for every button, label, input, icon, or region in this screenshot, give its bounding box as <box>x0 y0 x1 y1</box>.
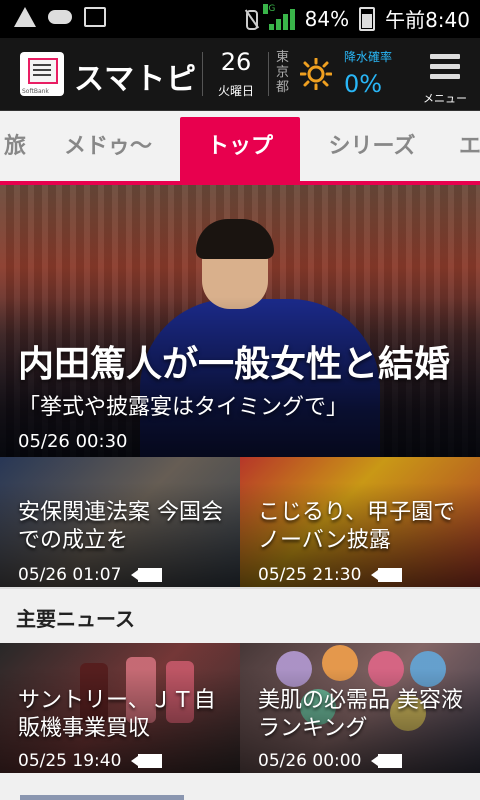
tab-top[interactable]: トップ <box>180 117 300 181</box>
warning-icon <box>14 7 36 27</box>
tab-entertainment[interactable]: エ <box>450 117 480 181</box>
tab-series[interactable]: シリーズ <box>316 117 428 181</box>
card-timestamp: 05/26 00:00 <box>258 751 362 771</box>
rain-probability-label: 降水確率 <box>344 50 393 64</box>
signal-icon: 3G <box>262 3 295 30</box>
video-icon <box>371 568 402 582</box>
image-icon <box>84 7 106 27</box>
video-icon <box>131 754 162 768</box>
card-title: こじるり、甲子園でノーバン披露 <box>258 500 456 553</box>
clock: 午前8:40 <box>385 8 470 32</box>
hero-timestamp: 05/26 00:30 <box>18 431 128 452</box>
video-icon <box>131 568 162 582</box>
notification-icons <box>14 7 106 27</box>
card-title: 美肌の必需品 美容液ランキング <box>258 688 463 741</box>
battery-percent: 84% <box>304 6 350 31</box>
header-divider <box>202 52 203 96</box>
tab-medu[interactable]: メドゥ～ <box>52 117 164 181</box>
hero-subtitle: 「挙式や披露宴はタイミングで」 <box>18 395 349 420</box>
rain-probability-value: 0% <box>344 70 383 98</box>
card-timestamp: 05/25 19:40 <box>18 751 122 771</box>
news-card[interactable]: こじるり、甲子園でノーバン披露 05/25 21:30 <box>240 457 480 587</box>
hero-title: 内田篤人が一般女性と結婚 <box>18 344 451 385</box>
system-icons: 3G 84% 午前8:40 <box>241 3 470 33</box>
date-number: 26 <box>220 48 252 76</box>
newspaper-icon <box>28 58 58 84</box>
tab-travel[interactable]: 旅 <box>0 117 40 181</box>
day-of-week: 火曜日 <box>217 84 254 98</box>
app-logo[interactable]: SoftBank <box>20 52 64 96</box>
news-card[interactable]: 安保関連法案 今国会での成立を 05/26 01:07 <box>0 457 240 587</box>
status-bar: 3G 84% 午前8:40 <box>0 0 480 38</box>
video-icon <box>371 754 402 768</box>
section-title: 主要ニュース <box>16 607 135 631</box>
menu-button[interactable]: メニュー <box>418 48 472 105</box>
mute-icon <box>241 8 259 30</box>
logo-caption: SoftBank <box>22 88 49 95</box>
app-header: SoftBank スマトピ 26 火曜日 東京都 降水確率 0% メニュー <box>0 38 480 111</box>
news-card[interactable]: 美肌の必需品 美容液ランキング 05/26 00:00 <box>240 643 480 773</box>
header-divider <box>268 52 269 96</box>
section-header: 主要ニュース <box>0 587 480 645</box>
cloud-upload-icon <box>48 10 72 24</box>
hero-article[interactable]: 内田篤人が一般女性と結婚 「挙式や披露宴はタイミングで」 05/26 00:30 <box>0 185 480 457</box>
news-card[interactable]: サントリー、ＪＴ自販機事業買収 05/25 19:40 <box>0 643 240 773</box>
card-timestamp: 05/25 21:30 <box>258 565 362 585</box>
category-tabs: 旅 メドゥ～ トップ シリーズ エ <box>0 111 480 181</box>
card-timestamp: 05/26 01:07 <box>18 565 122 585</box>
network-type: 3G <box>262 3 276 14</box>
city-label: 東京都 <box>276 50 290 95</box>
app-title: スマトピ <box>74 62 198 97</box>
card-title: 安保関連法案 今国会での成立を <box>18 500 223 553</box>
sun-icon <box>300 58 332 90</box>
next-card-thumbnail[interactable] <box>20 795 184 800</box>
battery-icon <box>359 6 376 31</box>
menu-label: メニュー <box>423 92 467 105</box>
card-title: サントリー、ＪＴ自販機事業買収 <box>18 688 216 741</box>
